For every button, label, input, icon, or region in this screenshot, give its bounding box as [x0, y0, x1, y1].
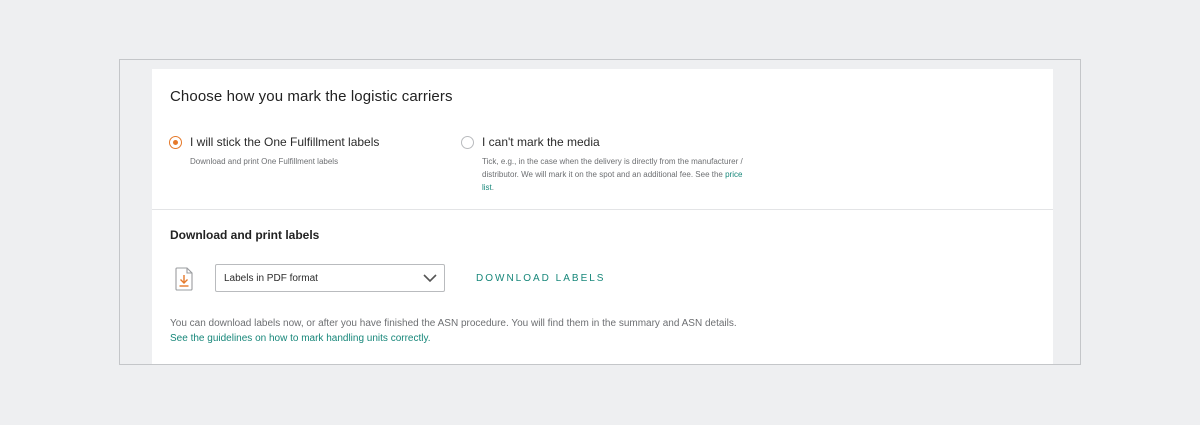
marking-title: Choose how you mark the logistic carrier… — [170, 88, 453, 105]
radio-desc-text: Tick, e.g., in the case when the deliver… — [482, 157, 743, 179]
radio-button-selected[interactable] — [169, 136, 182, 149]
download-title: Download and print labels — [170, 228, 320, 242]
radio-desc-stick-labels: Download and print One Fulfillment label… — [190, 157, 339, 166]
label-format-value: Labels in PDF format — [224, 273, 318, 284]
download-note: You can download labels now, or after yo… — [170, 318, 737, 329]
radio-button-unselected[interactable] — [461, 136, 474, 149]
pdf-download-icon — [175, 267, 193, 291]
radio-label-stick-labels: I will stick the One Fulfillment labels — [190, 135, 380, 149]
labels-card: Choose how you mark the logistic carrier… — [152, 69, 1053, 364]
radio-desc-cannot-mark: Tick, e.g., in the case when the deliver… — [482, 155, 752, 194]
chevron-down-icon — [423, 274, 437, 283]
label-format-select[interactable]: Labels in PDF format — [215, 264, 445, 292]
content-frame: Choose how you mark the logistic carrier… — [119, 59, 1081, 365]
download-labels-button[interactable]: DOWNLOAD LABELS — [476, 273, 605, 284]
radio-label-cannot-mark: I can't mark the media — [482, 135, 600, 149]
marking-section: Choose how you mark the logistic carrier… — [152, 69, 1053, 210]
radio-desc-end: . — [491, 183, 495, 192]
guidelines-link[interactable]: See the guidelines on how to mark handli… — [170, 333, 431, 344]
download-section: Download and print labels Labels in PDF … — [152, 210, 1053, 364]
